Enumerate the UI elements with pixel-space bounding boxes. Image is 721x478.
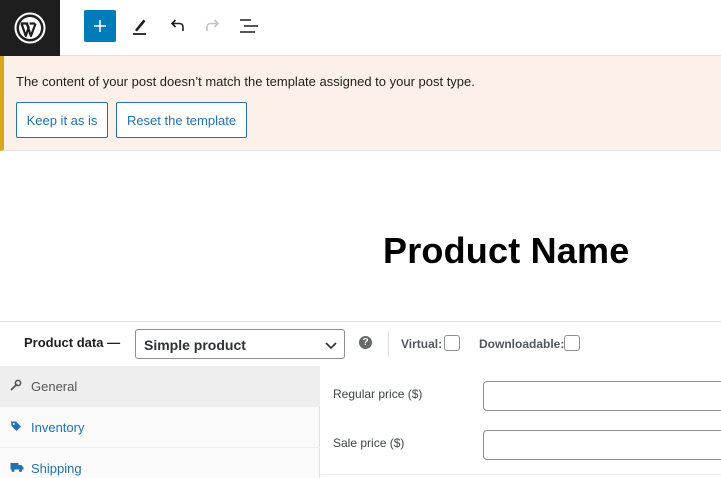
tab-label: Inventory bbox=[31, 420, 85, 435]
tab-general[interactable]: General bbox=[0, 366, 320, 407]
wrench-icon bbox=[10, 379, 22, 391]
sale-price-input[interactable] bbox=[483, 430, 721, 460]
tab-shipping[interactable]: Shipping bbox=[0, 448, 320, 478]
pencil-icon bbox=[133, 19, 146, 35]
template-notice: The content of your post doesn’t match t… bbox=[0, 56, 721, 151]
chevron-down-icon bbox=[325, 342, 337, 350]
tab-inventory[interactable]: Inventory bbox=[0, 407, 320, 448]
general-panel: Regular price ($) Sale price ($) bbox=[321, 366, 721, 478]
sale-price-label: Sale price ($) bbox=[333, 436, 405, 450]
divider bbox=[388, 332, 389, 356]
undo-button[interactable] bbox=[161, 10, 193, 42]
tab-label: General bbox=[31, 379, 78, 394]
downloadable-label: Downloadable: bbox=[479, 337, 565, 351]
tab-label: Shipping bbox=[31, 461, 82, 476]
regular-price-label: Regular price ($) bbox=[333, 387, 423, 401]
wordpress-logo-icon[interactable] bbox=[0, 0, 60, 56]
virtual-label: Virtual: bbox=[401, 337, 443, 351]
plus-icon bbox=[94, 20, 106, 32]
truck-icon bbox=[10, 463, 24, 472]
downloadable-checkbox[interactable] bbox=[564, 335, 580, 351]
divider bbox=[321, 474, 721, 475]
post-title[interactable]: Product Name bbox=[383, 230, 629, 272]
undo-icon bbox=[170, 19, 184, 31]
list-view-icon bbox=[240, 19, 258, 33]
virtual-checkbox[interactable] bbox=[444, 335, 460, 351]
product-type-select[interactable]: Simple product bbox=[135, 329, 345, 359]
product-data-label: Product data — bbox=[24, 335, 121, 350]
reset-template-button[interactable]: Reset the template bbox=[116, 102, 247, 138]
redo-icon bbox=[206, 19, 220, 31]
regular-price-input[interactable] bbox=[483, 381, 721, 411]
editor-toolbar bbox=[0, 0, 721, 56]
help-icon[interactable]: ? bbox=[359, 336, 372, 349]
list-view-button[interactable] bbox=[233, 10, 265, 42]
keep-it-button[interactable]: Keep it as is bbox=[16, 102, 108, 138]
product-data-tabs: General Inventory Shipping bbox=[0, 366, 320, 478]
notice-message: The content of your post doesn’t match t… bbox=[16, 74, 475, 89]
product-type-value: Simple product bbox=[144, 337, 246, 353]
product-data-header: Product data — Simple product ? Virtual:… bbox=[0, 321, 721, 366]
tools-button[interactable] bbox=[124, 10, 156, 42]
redo-button[interactable] bbox=[197, 10, 229, 42]
tag-icon bbox=[11, 421, 21, 431]
add-block-button[interactable] bbox=[84, 10, 116, 42]
